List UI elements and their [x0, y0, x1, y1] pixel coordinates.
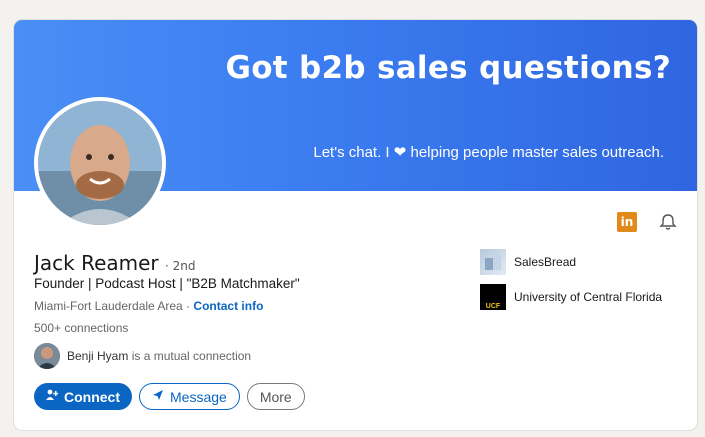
- profile-name-text: Jack Reamer: [34, 251, 159, 275]
- mutual-connection[interactable]: Benji Hyam is a mutual connection: [34, 343, 251, 369]
- profile-orgs: SalesBread UCF University of Central Flo…: [480, 248, 662, 318]
- mutual-text: is a mutual connection: [128, 349, 252, 363]
- profile-avatar[interactable]: [34, 97, 166, 229]
- org-name: University of Central Florida: [514, 290, 663, 304]
- org-current-company[interactable]: SalesBread: [480, 248, 662, 276]
- mutual-name: Benji Hyam: [67, 349, 129, 363]
- connection-degree: · 2nd: [165, 259, 196, 273]
- mutual-avatar: [34, 343, 60, 369]
- message-button[interactable]: Message: [139, 383, 240, 410]
- connections-count[interactable]: 500+ connections: [34, 321, 128, 335]
- profile-location-row: Miami-Fort Lauderdale Area · Contact inf…: [34, 299, 263, 313]
- profile-location: Miami-Fort Lauderdale Area: [34, 299, 183, 313]
- add-user-icon: [46, 389, 59, 404]
- profile-card: Got b2b sales questions? Let's chat. I ❤…: [14, 20, 697, 430]
- salesbread-logo: [480, 249, 506, 275]
- profile-name: Jack Reamer · 2nd: [34, 251, 196, 275]
- location-separator: ·: [182, 299, 194, 313]
- profile-photo: [38, 101, 162, 225]
- more-button[interactable]: More: [246, 383, 305, 410]
- org-education[interactable]: UCF University of Central Florida: [480, 283, 662, 311]
- banner-subtext: Let's chat. I ❤ helping people master sa…: [313, 144, 664, 161]
- ucf-logo: UCF: [480, 284, 506, 310]
- connect-button[interactable]: Connect: [34, 383, 132, 410]
- org-name: SalesBread: [514, 255, 577, 269]
- profile-headline: Founder | Podcast Host | "B2B Matchmaker…: [34, 276, 300, 291]
- contact-info-link[interactable]: Contact info: [193, 299, 263, 313]
- profile-icons: in: [617, 212, 677, 232]
- linkedin-icon[interactable]: in: [617, 212, 637, 232]
- connect-label: Connect: [64, 388, 120, 405]
- message-label: Message: [170, 388, 227, 405]
- send-icon: [152, 389, 164, 404]
- bell-icon[interactable]: [659, 213, 677, 231]
- banner-headline: Got b2b sales questions?: [225, 50, 671, 86]
- profile-actions: Connect Message More: [34, 383, 305, 410]
- ucf-logo-text: UCF: [485, 303, 501, 310]
